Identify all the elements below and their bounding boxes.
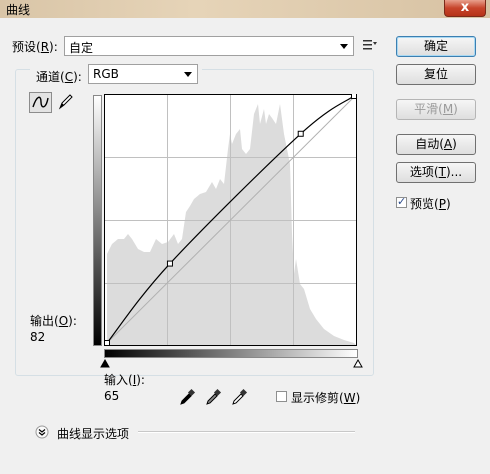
options-button[interactable]: 选项(T)...: [396, 162, 476, 183]
title-bar: 曲线 x: [0, 0, 490, 18]
reset-button[interactable]: 复位: [396, 64, 476, 85]
curve-display-options-label[interactable]: 曲线显示选项: [57, 425, 129, 442]
curves-dialog: 曲线 x 预设(R): 自定 通道(C): RGB 输出(O): 82 输入(I…: [0, 0, 490, 474]
output-label: 输出(O):: [30, 314, 77, 328]
pencil-icon[interactable]: [56, 93, 74, 111]
white-point-eyedropper-icon[interactable]: [231, 388, 249, 406]
options-divider: [138, 431, 355, 433]
white-point-slider[interactable]: [353, 359, 363, 368]
channel-select[interactable]: RGB: [88, 64, 198, 84]
curve-control-point[interactable]: [351, 94, 357, 99]
curve-control-point[interactable]: [297, 130, 304, 137]
input-value[interactable]: 65: [104, 389, 119, 403]
output-gradient-bar: [93, 95, 102, 346]
auto-button[interactable]: 自动(A): [396, 134, 476, 155]
chevron-down-icon: [184, 72, 192, 77]
channel-label: 通道(C):: [36, 70, 82, 84]
preset-options-icon[interactable]: [362, 38, 378, 52]
preset-value: 自定: [69, 41, 94, 55]
gray-point-eyedropper-icon[interactable]: [205, 388, 223, 406]
curve-graph[interactable]: [104, 94, 358, 347]
chevron-down-icon: [340, 44, 348, 49]
preview-label: 预览(P): [410, 197, 451, 211]
curve-control-point[interactable]: [166, 260, 173, 267]
curve-control-point[interactable]: [104, 340, 110, 346]
show-clipping-checkbox[interactable]: [276, 391, 287, 402]
close-button[interactable]: x: [444, 0, 486, 17]
preview-checkbox[interactable]: [396, 195, 407, 208]
channel-value: RGB: [93, 67, 119, 81]
curve-tool-icon: [32, 96, 49, 108]
black-point-slider[interactable]: [100, 359, 110, 368]
curve-tool-button[interactable]: [29, 92, 52, 113]
input-gradient-bar: [104, 349, 358, 358]
preset-label: 预设(R):: [12, 40, 58, 54]
smooth-button[interactable]: 平滑(M): [396, 99, 476, 120]
window-title: 曲线: [6, 3, 31, 17]
input-label: 输入(I):: [104, 373, 145, 387]
expand-chevron-icon[interactable]: [35, 425, 49, 439]
output-value[interactable]: 82: [30, 330, 45, 344]
show-clipping-label: 显示修剪(W): [291, 391, 361, 405]
black-point-eyedropper-icon[interactable]: [179, 388, 197, 406]
preset-select[interactable]: 自定: [64, 36, 354, 56]
ok-button[interactable]: 确定: [396, 36, 476, 57]
